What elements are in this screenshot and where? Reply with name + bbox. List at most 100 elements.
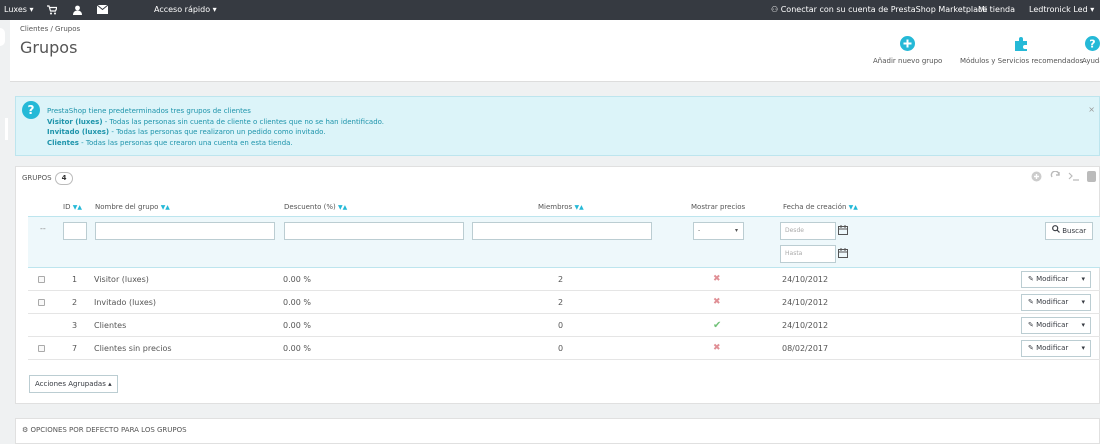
alert-line-guest: Invitado (luxes) - Todas las personas qu… — [47, 127, 384, 138]
my-shop-link[interactable]: Mi tienda — [978, 0, 1015, 20]
alert-line-title: Clientes — [47, 138, 79, 147]
table-row[interactable]: 1 Visitor (luxes) 0.00 % 2 ✖ 24/10/2012 … — [28, 268, 1100, 291]
quick-access-label: Acceso rápido — [154, 5, 211, 14]
column-label: Nombre del grupo — [95, 203, 159, 211]
info-alert: ? PrestaShop tiene predeterminados tres … — [15, 96, 1100, 156]
user-menu[interactable]: Ledtronick Led ▾ — [1029, 0, 1094, 20]
column-header-discount[interactable]: Descuento (%) ▼▲ — [284, 203, 347, 211]
marketplace-label: Conectar con su cuenta de PrestaShop Mar… — [780, 5, 988, 14]
search-button[interactable]: Buscar — [1045, 222, 1094, 240]
pencil-icon: ✎ — [1028, 321, 1034, 329]
column-header-name[interactable]: Nombre del grupo ▼▲ — [95, 203, 170, 211]
filter-members-input[interactable] — [472, 222, 652, 240]
panel-heading: GRUPOS 4 — [22, 172, 74, 185]
modify-button[interactable]: ✎ Modificar ▾ — [1021, 271, 1091, 288]
bulk-actions-label: Acciones Agrupadas — [35, 380, 106, 388]
page-title: Grupos — [20, 38, 78, 57]
table-row[interactable]: 7 Clientes sin precios 0.00 % 0 ✖ 08/02/… — [28, 337, 1100, 360]
modify-label: Modificar — [1036, 275, 1069, 283]
sort-icon[interactable]: ▼▲ — [849, 204, 858, 211]
cell-id: 1 — [72, 275, 78, 284]
help-button[interactable]: ? Ayuda — [1082, 36, 1100, 65]
alert-line-title: Invitado (luxes) — [47, 128, 110, 136]
plus-circle-icon — [873, 36, 942, 54]
modify-button[interactable]: ✎ Modificar ▾ — [1021, 294, 1091, 311]
cell-name: Invitado (luxes) — [94, 298, 157, 307]
shop-selector[interactable]: Luxes ▾ — [4, 0, 34, 20]
cell-date: 24/10/2012 — [782, 298, 829, 307]
caret-down-icon: ▾ — [29, 5, 34, 14]
panel-toolbar — [1027, 170, 1099, 184]
sidebar-edge — [5, 118, 8, 140]
sort-icon[interactable]: ▼▲ — [73, 204, 82, 211]
sort-icon[interactable]: ▼▲ — [338, 204, 347, 211]
user-icon[interactable] — [73, 0, 82, 20]
cross-icon[interactable]: ✖ — [713, 268, 721, 291]
date-from-placeholder: Desde — [785, 227, 804, 234]
filter-name-input[interactable] — [95, 222, 275, 240]
cart-icon[interactable] — [47, 0, 58, 20]
row-checkbox[interactable] — [38, 276, 45, 283]
pencil-icon: ✎ — [1028, 344, 1034, 352]
group-options-panel: ⚙ OPCIONES POR DEFECTO PARA LOS GRUPOS — [15, 418, 1100, 444]
filter-date-from[interactable]: Desde — [780, 222, 836, 240]
caret-down-icon[interactable]: ▾ — [1081, 295, 1085, 310]
calendar-icon[interactable] — [838, 248, 848, 260]
cross-icon[interactable]: ✖ — [713, 337, 721, 360]
alert-text: PrestaShop tiene predeterminados tres gr… — [47, 106, 384, 148]
row-checkbox[interactable] — [38, 345, 45, 352]
alert-line-visitor: Visitor (luxes) - Todas las personas sin… — [47, 117, 384, 128]
check-icon[interactable]: ✔ — [713, 314, 721, 337]
help-label: Ayuda — [1082, 57, 1100, 65]
cell-members: 0 — [558, 344, 564, 353]
alert-close-button[interactable]: × — [1088, 105, 1095, 114]
modify-button[interactable]: ✎ Modificar ▾ — [1021, 317, 1091, 334]
cell-id: 7 — [72, 344, 78, 353]
cell-discount: 0.00 % — [283, 344, 311, 353]
sort-icon[interactable]: ▼▲ — [574, 204, 583, 211]
search-label: Buscar — [1062, 227, 1087, 235]
add-group-label: Añadir nuevo grupo — [873, 57, 943, 65]
cell-discount: 0.00 % — [283, 275, 311, 284]
column-label: Miembros — [538, 203, 573, 211]
filter-discount-input[interactable] — [284, 222, 464, 240]
filter-id-input[interactable] — [63, 222, 87, 240]
options-heading: ⚙ OPCIONES POR DEFECTO PARA LOS GRUPOS — [22, 426, 187, 434]
row-checkbox[interactable] — [38, 299, 45, 306]
marketplace-link[interactable]: ⚇ Conectar con su cuenta de PrestaShop M… — [771, 0, 987, 20]
sort-icon[interactable]: ▼▲ — [161, 204, 170, 211]
alert-line-customer: Clientes - Todas las personas que crearo… — [47, 138, 384, 149]
cell-members: 2 — [558, 298, 564, 307]
add-icon[interactable] — [1031, 171, 1043, 183]
cross-icon[interactable]: ✖ — [713, 291, 721, 314]
database-icon[interactable] — [1087, 171, 1099, 183]
sql-query-icon[interactable] — [1068, 171, 1080, 183]
quick-access-menu[interactable]: Acceso rápido ▾ — [154, 0, 217, 20]
breadcrumb: Clientes / Grupos — [20, 25, 81, 33]
caret-down-icon: ▾ — [212, 5, 217, 14]
panel-title: GRUPOS — [22, 174, 52, 182]
filter-date-to[interactable]: Hasta — [780, 245, 836, 263]
envelope-icon[interactable] — [96, 0, 109, 20]
pencil-icon: ✎ — [1028, 298, 1034, 306]
filter-show-prices-select[interactable]: - ▾ — [693, 222, 744, 240]
column-header-created[interactable]: Fecha de creación ▼▲ — [783, 203, 858, 211]
table-row[interactable]: 3 Clientes 0.00 % 0 ✔ 24/10/2012 ✎ Modif… — [28, 314, 1100, 337]
cell-date: 24/10/2012 — [782, 275, 829, 284]
calendar-icon[interactable] — [838, 225, 848, 237]
table-row[interactable]: 2 Invitado (luxes) 0.00 % 2 ✖ 24/10/2012… — [28, 291, 1100, 314]
sidebar-toggle[interactable] — [0, 28, 5, 46]
bulk-actions-button[interactable]: Acciones Agrupadas ▴ — [29, 375, 118, 393]
column-label: ID — [63, 203, 71, 211]
caret-down-icon[interactable]: ▾ — [1081, 341, 1085, 356]
add-group-button[interactable]: Añadir nuevo grupo — [873, 36, 942, 65]
recommended-modules-button[interactable]: Módulos y Servicios recomendados — [960, 36, 1083, 65]
caret-down-icon[interactable]: ▾ — [1081, 318, 1085, 333]
caret-down-icon[interactable]: ▾ — [1081, 272, 1085, 287]
column-header-id[interactable]: ID ▼▲ — [63, 203, 82, 211]
puzzle-icon — [960, 36, 1083, 54]
column-header-members[interactable]: Miembros ▼▲ — [538, 203, 584, 211]
refresh-icon[interactable] — [1050, 170, 1062, 183]
modify-button[interactable]: ✎ Modificar ▾ — [1021, 340, 1091, 357]
pencil-icon: ✎ — [1028, 275, 1034, 283]
